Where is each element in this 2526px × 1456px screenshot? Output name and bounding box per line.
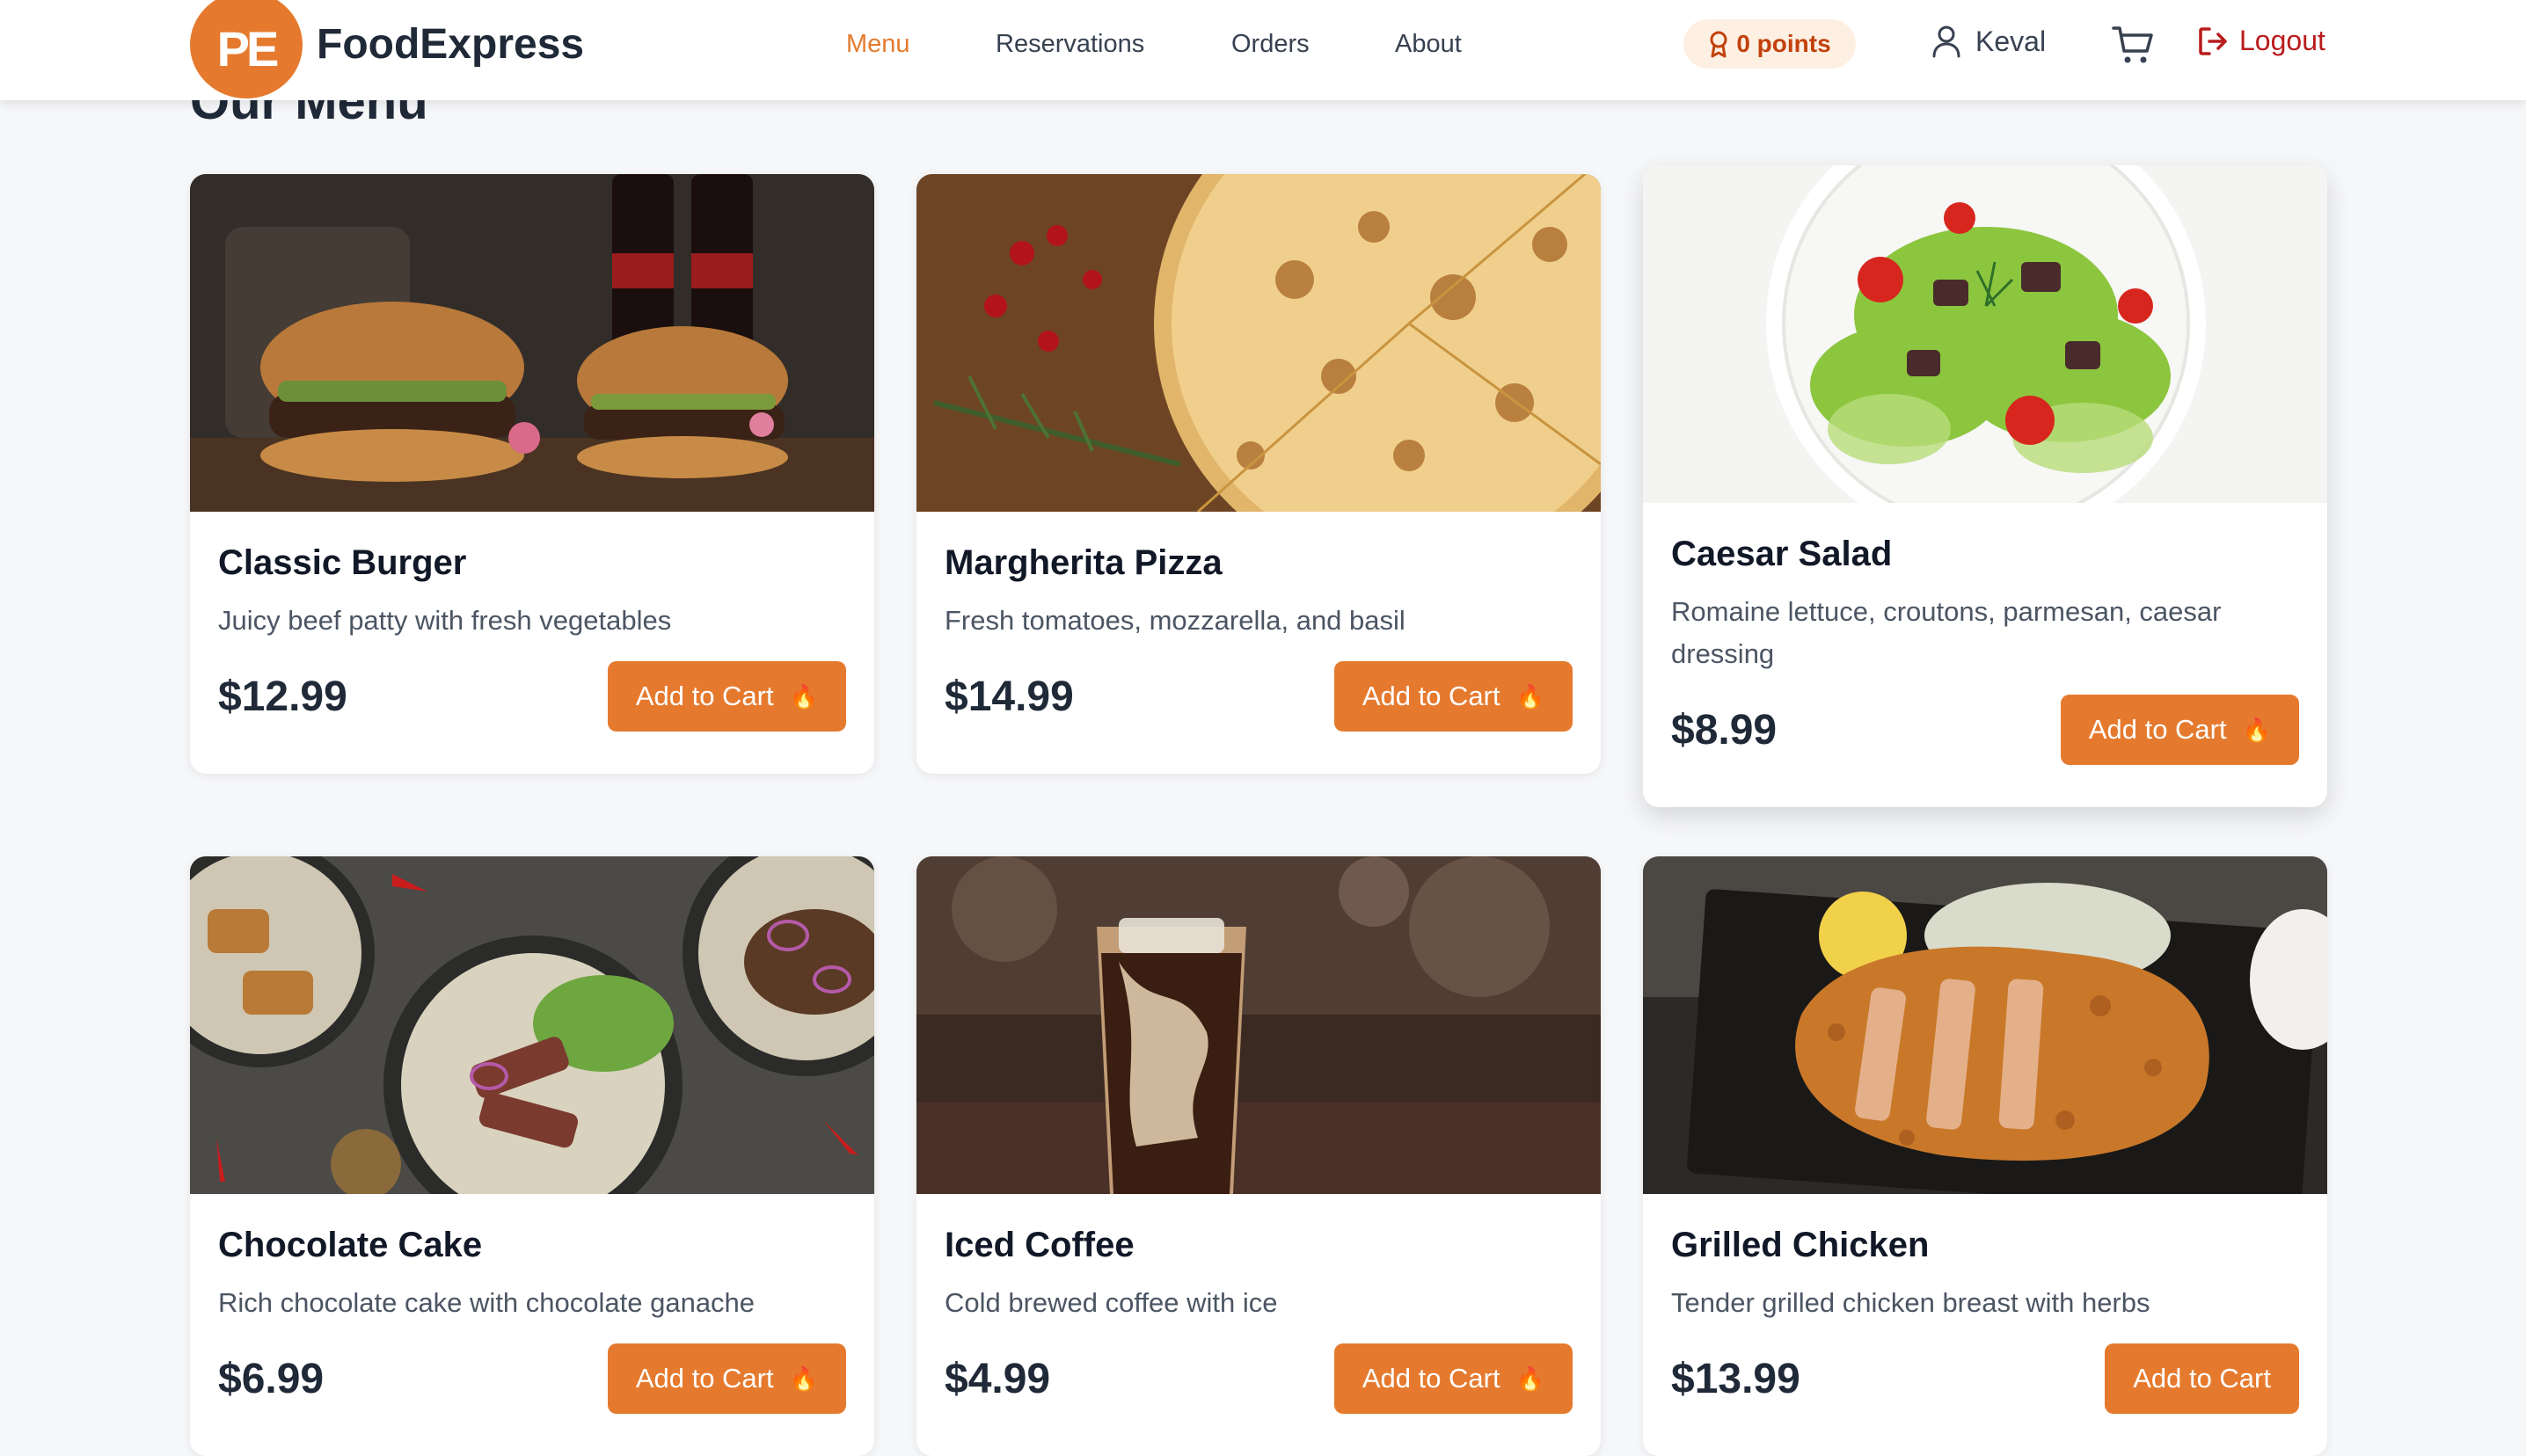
add-to-cart-label: Add to Cart [635, 1363, 774, 1394]
logout-label: Logout [2239, 25, 2325, 56]
menu-card: Iced Coffee Cold brewed coffee with ice … [916, 856, 1601, 1456]
card-body: Margherita Pizza Fresh tomatoes, mozzare… [916, 512, 1601, 774]
item-name: Grilled Chicken [1671, 1226, 1930, 1264]
user-name: Keval [1975, 25, 2047, 57]
add-to-cart-label: Add to Cart [1362, 1363, 1500, 1394]
add-to-cart-label: Add to Cart [635, 681, 774, 711]
item-name: Margherita Pizza [945, 543, 1223, 582]
item-description: Fresh tomatoes, mozzarella, and basil [945, 605, 1405, 636]
award-icon [1708, 30, 1729, 58]
item-price: $4.99 [945, 1355, 1051, 1402]
salad-photo [1643, 165, 2327, 503]
item-name: Classic Burger [218, 543, 467, 582]
add-to-cart-label: Add to Cart [1362, 681, 1500, 711]
points-badge[interactable]: 0 points [1683, 19, 1856, 69]
brand-name[interactable]: FoodExpress [317, 18, 584, 72]
item-name: Chocolate Cake [218, 1226, 483, 1264]
iced-coffee-photo [916, 856, 1601, 1194]
card-footer: $12.99 Add to Cart 🔥 [218, 661, 846, 774]
top-navbar: PE FoodExpress Menu Reservations Orders … [0, 0, 2526, 100]
item-description: Rich chocolate cake with chocolate ganac… [218, 1287, 756, 1318]
menu-card: Margherita Pizza Fresh tomatoes, mozzare… [916, 174, 1601, 774]
item-price: $13.99 [1671, 1355, 1800, 1402]
card-body: Caesar Salad Romaine lettuce, croutons, … [1643, 503, 2327, 807]
nav-about[interactable]: About [1395, 26, 1462, 62]
cart-icon[interactable] [2111, 23, 2155, 67]
burger-photo [190, 174, 874, 512]
add-to-cart-label: Add to Cart [2088, 714, 2227, 745]
points-text: 0 points [1736, 30, 1831, 57]
menu-card: Classic Burger Juicy beef patty with fre… [190, 174, 874, 774]
logo-icon[interactable]: PE [190, 0, 303, 98]
logout-icon [2197, 25, 2229, 57]
item-price: $8.99 [1671, 706, 1778, 753]
beef-salad-photo [190, 856, 874, 1194]
katsu-photo [1643, 856, 2327, 1194]
item-name: Iced Coffee [945, 1226, 1135, 1264]
nav-menu[interactable]: Menu [846, 26, 910, 62]
item-description: Juicy beef patty with fresh vegetables [218, 605, 672, 636]
menu-card: Chocolate Cake Rich chocolate cake with … [190, 856, 874, 1456]
logout-button[interactable]: Logout [2197, 25, 2325, 57]
add-to-cart-button[interactable]: Add to Cart 🔥 [1333, 1343, 1573, 1414]
card-body: Classic Burger Juicy beef patty with fre… [190, 512, 874, 774]
item-price: $14.99 [945, 673, 1074, 720]
user-menu[interactable]: Keval [1931, 25, 2046, 58]
card-footer: $13.99 Add to Cart [1671, 1343, 2299, 1456]
flame-icon: 🔥 [789, 683, 818, 710]
flame-icon: 🔥 [2242, 717, 2271, 743]
menu-card: Grilled Chicken Tender grilled chicken b… [1643, 856, 2327, 1456]
item-name: Caesar Salad [1671, 535, 1893, 573]
add-to-cart-button[interactable]: Add to Cart 🔥 [607, 1343, 846, 1414]
card-footer: $4.99 Add to Cart 🔥 [945, 1343, 1573, 1456]
item-description: Romaine lettuce, croutons, parmesan, cae… [1671, 596, 2222, 669]
user-icon [1931, 25, 1961, 58]
item-price: $6.99 [218, 1355, 325, 1402]
add-to-cart-button[interactable]: Add to Cart 🔥 [607, 661, 846, 732]
item-description: Cold brewed coffee with ice [945, 1287, 1278, 1318]
card-footer: $6.99 Add to Cart 🔥 [218, 1343, 846, 1456]
add-to-cart-button[interactable]: Add to Cart 🔥 [1333, 661, 1573, 732]
add-to-cart-button[interactable]: Add to Cart [2105, 1343, 2299, 1414]
card-footer: $8.99 Add to Cart 🔥 [1671, 695, 2299, 807]
card-body: Chocolate Cake Rich chocolate cake with … [190, 1194, 874, 1456]
flame-icon: 🔥 [1515, 683, 1544, 710]
card-body: Grilled Chicken Tender grilled chicken b… [1643, 1194, 2327, 1456]
card-body: Iced Coffee Cold brewed coffee with ice … [916, 1194, 1601, 1456]
add-to-cart-label: Add to Cart [2133, 1363, 2271, 1394]
logo-text: PE [216, 20, 280, 76]
menu-card: Caesar Salad Romaine lettuce, croutons, … [1643, 165, 2327, 807]
pizza-photo [916, 174, 1601, 512]
card-footer: $14.99 Add to Cart 🔥 [945, 661, 1573, 774]
nav-orders[interactable]: Orders [1231, 26, 1310, 62]
add-to-cart-button[interactable]: Add to Cart 🔥 [2060, 695, 2299, 765]
item-price: $12.99 [218, 673, 347, 720]
nav-reservations[interactable]: Reservations [996, 26, 1144, 62]
item-description: Tender grilled chicken breast with herbs [1671, 1287, 2150, 1318]
flame-icon: 🔥 [789, 1365, 818, 1392]
flame-icon: 🔥 [1515, 1365, 1544, 1392]
